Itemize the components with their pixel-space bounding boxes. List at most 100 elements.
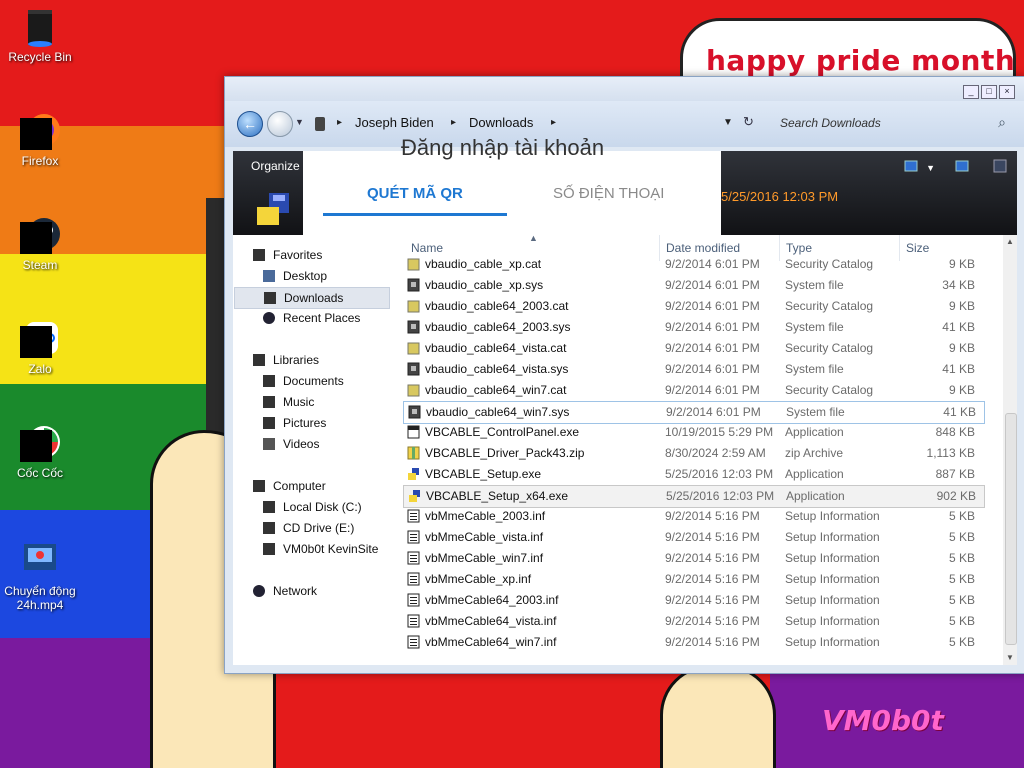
pictures-icon [263, 417, 275, 429]
table-row[interactable]: VBCABLE_Setup_x64.exe 5/25/2016 12:03 PM… [403, 485, 985, 508]
minimize-button[interactable]: _ [963, 85, 979, 99]
table-row[interactable]: vbaudio_cable64_win7.cat 9/2/2014 6:01 P… [403, 380, 983, 401]
table-row[interactable]: vbaudio_cable_xp.sys 9/2/2014 6:01 PM Sy… [403, 275, 983, 296]
breadcrumb-downloads[interactable]: Downloads [469, 115, 533, 130]
table-row[interactable]: VBCABLE_Setup.exe 5/25/2016 12:03 PM App… [403, 464, 983, 485]
back-button[interactable]: ← [237, 111, 263, 137]
breadcrumb-joseph-biden[interactable]: Joseph Biden [355, 115, 434, 130]
tab-underline [323, 213, 507, 216]
tab-phone[interactable]: SỐ ĐIỆN THOẠI [553, 185, 664, 202]
tab-qr[interactable]: QUÉT MÃ QR [367, 185, 463, 202]
file-type: Setup Information [785, 635, 880, 649]
file-size: 9 KB [948, 383, 975, 397]
address-dropdown[interactable]: ▼ [723, 117, 733, 128]
file-type: Setup Information [785, 572, 880, 586]
file-size: 887 KB [935, 467, 975, 481]
help-icon[interactable] [993, 159, 1007, 176]
maximize-button[interactable]: □ [981, 85, 997, 99]
redaction-block [20, 326, 52, 358]
table-row[interactable]: vbMmeCable64_win7.inf 9/2/2014 5:16 PM S… [403, 632, 983, 653]
breadcrumb-arrow[interactable]: ▸ [551, 117, 556, 128]
inf-icon [407, 572, 420, 586]
history-dropdown[interactable]: ▼ [295, 117, 304, 127]
column-size[interactable]: Size [906, 241, 929, 255]
file-name: vbaudio_cable64_win7.cat [425, 383, 567, 397]
forward-button[interactable] [267, 111, 293, 137]
view-icon[interactable] [904, 160, 918, 175]
system-file-icon [407, 278, 420, 292]
table-row[interactable]: vbMmeCable_win7.inf 9/2/2014 5:16 PM Set… [403, 548, 983, 569]
table-row[interactable]: vbaudio_cable64_2003.sys 9/2/2014 6:01 P… [403, 317, 983, 338]
organize-button[interactable]: Organize [251, 159, 300, 173]
file-name: vbMmeCable64_2003.inf [425, 593, 559, 607]
file-size: 41 KB [942, 320, 975, 334]
file-name: vbMmeCable64_win7.inf [425, 635, 557, 649]
title-bar[interactable] [225, 77, 1024, 101]
close-button[interactable]: × [999, 85, 1015, 99]
file-list: ▲ Name Date modified Type Size vbaudio_c… [403, 233, 1003, 665]
preview-pane-icon[interactable] [955, 160, 969, 175]
chevron-down-icon[interactable]: ▼ [926, 163, 935, 173]
file-date: 9/2/2014 5:16 PM [665, 551, 760, 565]
column-type[interactable]: Type [786, 241, 812, 255]
file-date: 5/25/2016 12:03 PM [666, 489, 775, 503]
file-type: Application [785, 425, 844, 439]
vertical-scrollbar[interactable]: ▲ ▼ [1003, 235, 1017, 665]
table-row[interactable]: vbaudio_cable64_vista.cat 9/2/2014 6:01 … [403, 338, 983, 359]
coccoc-icon [20, 422, 60, 462]
file-size: 5 KB [948, 509, 975, 523]
scrollbar-thumb[interactable] [1005, 413, 1017, 645]
refresh-button[interactable]: ↻ [743, 114, 754, 130]
column-date-modified[interactable]: Date modified [666, 241, 740, 255]
table-row[interactable]: vbMmeCable_xp.inf 9/2/2014 5:16 PM Setup… [403, 569, 983, 590]
file-date: 8/30/2024 2:59 AM [665, 446, 766, 460]
scroll-down-icon[interactable]: ▼ [1006, 653, 1014, 662]
file-size: 902 KB [936, 489, 976, 503]
view-controls: ▼ [904, 159, 1007, 176]
desktop-icon-zalo[interactable]: Zalo [2, 318, 78, 376]
table-row[interactable]: vbMmeCable_vista.inf 9/2/2014 5:16 PM Se… [403, 527, 983, 548]
file-type: zip Archive [785, 446, 844, 460]
file-type: Setup Information [785, 530, 880, 544]
table-row[interactable]: vbaudio_cable64_vista.sys 9/2/2014 6:01 … [403, 359, 983, 380]
desktop-icon-recycle-bin[interactable]: Recycle Bin [2, 6, 78, 64]
search-icon[interactable]: ⌕ [998, 114, 1006, 131]
inf-icon [407, 551, 420, 565]
file-date: 9/2/2014 6:01 PM [665, 299, 760, 313]
sort-ascending-icon: ▲ [529, 233, 538, 243]
table-row[interactable]: vbaudio_cable64_2003.cat 9/2/2014 6:01 P… [403, 296, 983, 317]
desktop-icon-firefox[interactable]: Firefox [2, 110, 78, 168]
inf-icon [407, 509, 420, 523]
inf-icon [407, 530, 420, 544]
desktop-icon-label: Cốc Cốc [16, 466, 63, 480]
network-icon [253, 585, 265, 597]
redaction-block [20, 222, 52, 254]
scroll-up-icon[interactable]: ▲ [1006, 237, 1014, 246]
file-size: 848 KB [935, 425, 975, 439]
table-row[interactable]: vbMmeCable64_vista.inf 9/2/2014 5:16 PM … [403, 611, 983, 632]
file-type: Setup Information [785, 551, 880, 565]
desktop-icon-label: Firefox [21, 154, 59, 168]
nav-downloads[interactable]: Downloads [234, 287, 390, 309]
file-type: Setup Information [785, 509, 880, 523]
table-row[interactable]: vbMmeCable_2003.inf 9/2/2014 5:16 PM Set… [403, 506, 983, 527]
table-row[interactable]: vbaudio_cable_xp.cat 9/2/2014 6:01 PM Se… [403, 254, 983, 275]
file-date: 9/2/2014 6:01 PM [665, 320, 760, 334]
overlay-title: Đăng nhập tài khoản [401, 135, 605, 160]
table-row[interactable]: vbMmeCable64_2003.inf 9/2/2014 5:16 PM S… [403, 590, 983, 611]
table-row[interactable]: VBCABLE_ControlPanel.exe 10/19/2015 5:29… [403, 422, 983, 443]
desktop-icon-video[interactable]: Chuyển động 24h.mp4 [2, 540, 78, 612]
file-name: vbaudio_cable64_win7.sys [426, 405, 570, 419]
file-type: Application [785, 467, 844, 481]
file-name: vbaudio_cable64_2003.sys [425, 320, 571, 334]
column-name[interactable]: Name [411, 241, 443, 255]
inf-icon [407, 635, 420, 649]
search-input[interactable]: Search Downloads ⌕ [774, 108, 1014, 138]
breadcrumb-arrow[interactable]: ▸ [337, 117, 342, 128]
hard-drive-icon [263, 501, 275, 513]
desktop-icon-steam[interactable]: Steam [2, 214, 78, 272]
breadcrumb-arrow[interactable]: ▸ [451, 117, 456, 128]
table-row[interactable]: VBCABLE_Driver_Pack43.zip 8/30/2024 2:59… [403, 443, 983, 464]
desktop-icon-coccoc[interactable]: Cốc Cốc [2, 422, 78, 480]
table-row[interactable]: vbaudio_cable64_win7.sys 9/2/2014 6:01 P… [403, 401, 985, 424]
